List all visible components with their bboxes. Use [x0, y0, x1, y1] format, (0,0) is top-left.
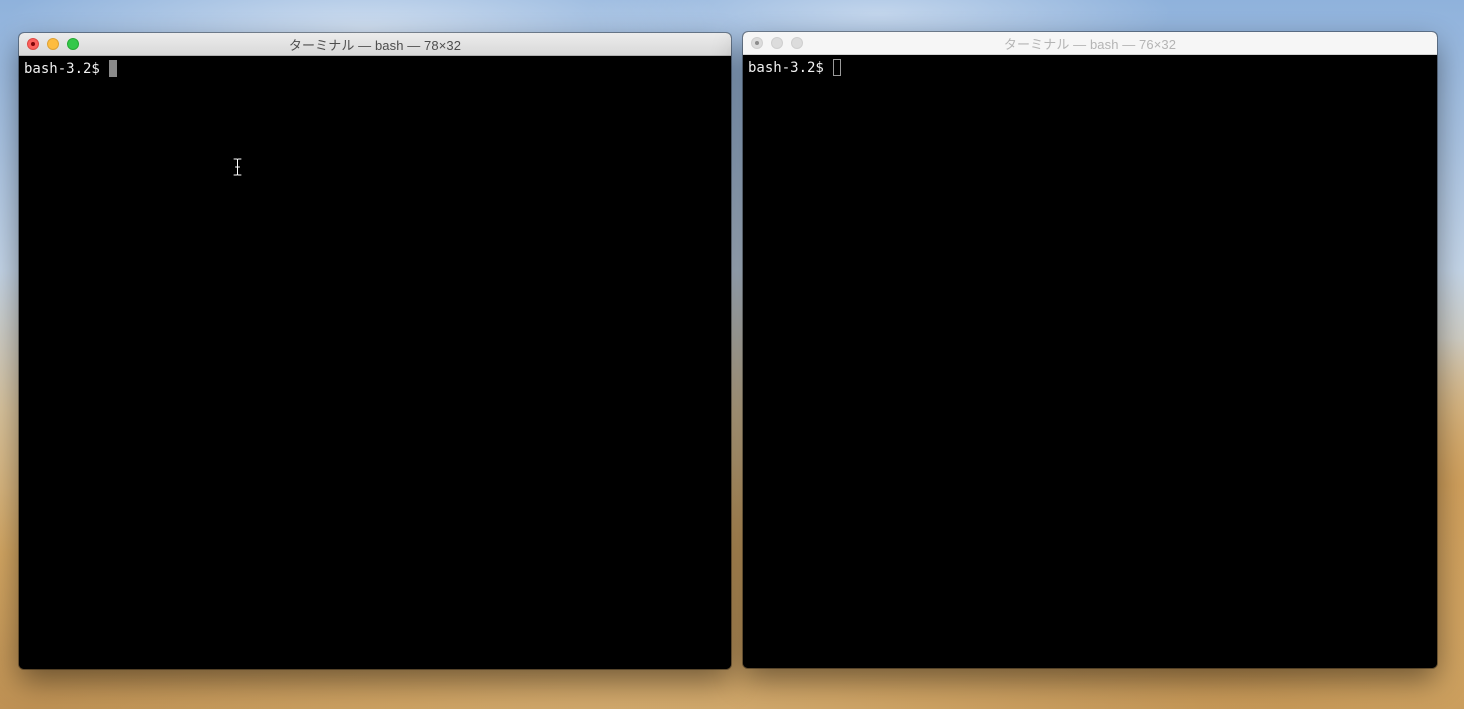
- minimize-button[interactable]: [47, 38, 59, 50]
- shell-prompt: bash-3.2$: [748, 59, 824, 76]
- close-button[interactable]: [751, 37, 763, 49]
- ibeam-cursor-icon: [233, 158, 242, 176]
- window-titlebar[interactable]: ターミナル — bash — 78×32: [19, 33, 731, 56]
- shell-prompt: bash-3.2$: [24, 60, 100, 77]
- zoom-button[interactable]: [791, 37, 803, 49]
- terminal-content[interactable]: bash-3.2$: [19, 56, 731, 669]
- terminal-window-right[interactable]: ターミナル — bash — 76×32 bash-3.2$: [743, 32, 1437, 668]
- window-title: ターミナル — bash — 76×32: [1003, 36, 1177, 52]
- text-cursor: [832, 59, 841, 76]
- text-cursor: [108, 60, 117, 77]
- minimize-button[interactable]: [771, 37, 783, 49]
- zoom-button[interactable]: [67, 38, 79, 50]
- terminal-content[interactable]: bash-3.2$: [743, 55, 1437, 668]
- window-title: ターミナル — bash — 78×32: [288, 37, 462, 53]
- prompt-line: bash-3.2$: [24, 60, 726, 77]
- window-controls: [27, 38, 79, 50]
- prompt-line: bash-3.2$: [748, 59, 1432, 76]
- window-controls: [751, 37, 803, 49]
- terminal-window-left[interactable]: ターミナル — bash — 78×32 bash-3.2$: [19, 33, 731, 669]
- window-titlebar[interactable]: ターミナル — bash — 76×32: [743, 32, 1437, 55]
- close-button[interactable]: [27, 38, 39, 50]
